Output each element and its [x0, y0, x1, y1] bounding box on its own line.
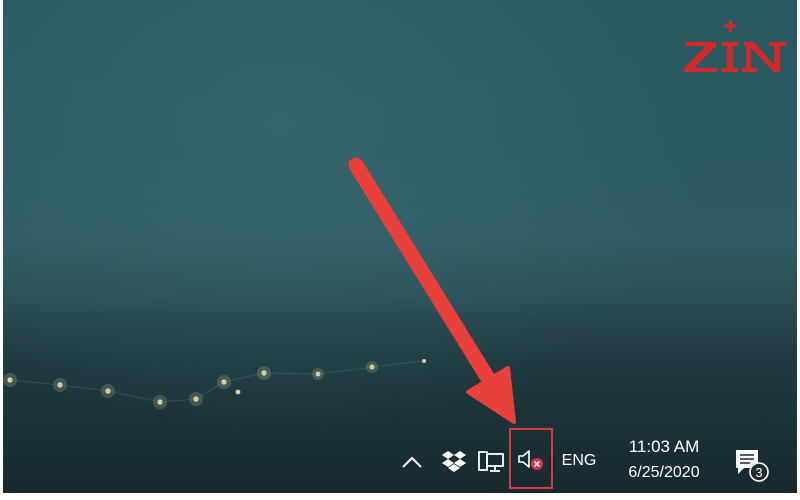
show-hidden-icons-button[interactable] [397, 447, 427, 477]
volume-tray-button[interactable] [509, 428, 553, 489]
wallpaper-lights [3, 359, 426, 409]
clock-date: 6/25/2020 [628, 464, 700, 481]
language-label: ENG [561, 452, 597, 469]
dropbox-tray-button[interactable] [438, 446, 470, 478]
action-center-icon: 3 [736, 450, 769, 482]
input-language-indicator[interactable]: ENG [556, 446, 602, 476]
taskbar-clock[interactable]: 11:03 AM 6/25/2020 [612, 432, 716, 488]
speaker-muted-icon [518, 449, 543, 470]
action-center-button[interactable]: 3 [726, 440, 774, 488]
network-tray-button[interactable] [474, 446, 508, 478]
image-border [0, 493, 800, 500]
network-monitor-icon [478, 451, 504, 472]
chevron-up-icon [402, 456, 422, 468]
clock-time: 11:03 AM [628, 437, 700, 456]
dropbox-icon [442, 451, 466, 472]
zin-logo [684, 20, 786, 72]
desktop-screen: ENG 11:03 AM 6/25/2020 3 [0, 0, 800, 500]
notification-count: 3 [755, 465, 762, 480]
